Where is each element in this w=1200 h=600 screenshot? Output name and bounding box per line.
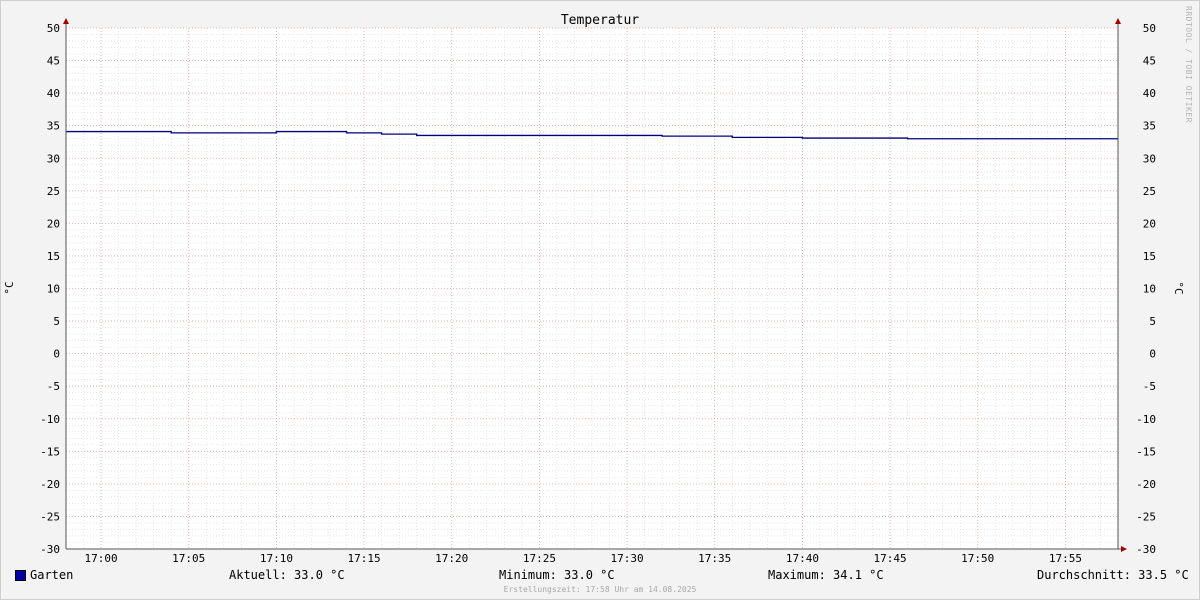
legend-swatch-garten xyxy=(15,570,26,581)
x-tick-label: 17:45 xyxy=(874,552,907,565)
y-tick-label-right: -15 xyxy=(1136,445,1156,458)
x-tick-label: 17:15 xyxy=(348,552,381,565)
y-tick-label-right: 30 xyxy=(1143,152,1156,165)
x-tick-label: 17:25 xyxy=(523,552,556,565)
y-tick-label-right: 45 xyxy=(1143,55,1156,68)
temperature-chart: 50454035302520151050-5-10-15-20-25-30 50… xyxy=(3,13,1185,565)
x-tick-label: 17:10 xyxy=(260,552,293,565)
y-tick-label-left: 50 xyxy=(47,22,60,35)
y-tick-label-left: -5 xyxy=(47,380,60,393)
legend-current: Aktuell: 33.0 °C xyxy=(229,568,345,582)
y-tick-label-right: 50 xyxy=(1143,22,1156,35)
y-tick-label-right: -5 xyxy=(1143,380,1156,393)
y-tick-label-left: 20 xyxy=(47,217,60,230)
x-tick-label: 17:35 xyxy=(698,552,731,565)
y-tick-label-left: 10 xyxy=(47,283,60,296)
y-axis-left-arrow xyxy=(63,18,69,24)
y-tick-label-left: -25 xyxy=(40,510,60,523)
y-axis-right-arrow xyxy=(1115,18,1121,24)
y-tick-label-left: 45 xyxy=(47,55,60,68)
legend-minimum: Minimum: 33.0 °C xyxy=(499,568,615,582)
y-tick-label-left: 40 xyxy=(47,87,60,100)
y-tick-label-right: -10 xyxy=(1136,413,1156,426)
y-tick-label-left: 15 xyxy=(47,250,60,263)
legend-maximum: Maximum: 34.1 °C xyxy=(768,568,884,582)
y-tick-label-left: -30 xyxy=(40,543,60,556)
y-tick-label-left: 5 xyxy=(53,315,60,328)
legend-series-name: Garten xyxy=(30,568,74,582)
x-tick-label: 17:20 xyxy=(435,552,468,565)
y-tick-label-right: -25 xyxy=(1136,510,1156,523)
x-tick-label: 17:50 xyxy=(961,552,994,565)
y-tick-label-right: 35 xyxy=(1143,120,1156,133)
rrdtool-watermark: RRDTOOL / TOBI OETIKER xyxy=(1184,6,1193,123)
x-axis-arrow xyxy=(1121,546,1127,552)
creation-time: Erstellungszeit: 17:58 Uhr am 14.08.2025 xyxy=(503,585,697,594)
x-tick-label: 17:40 xyxy=(786,552,819,565)
y-tick-label-right: 40 xyxy=(1143,87,1156,100)
y-tick-label-left: -10 xyxy=(40,413,60,426)
x-tick-label: 17:55 xyxy=(1049,552,1082,565)
y-axis-label-left: °C xyxy=(3,281,16,294)
y-tick-label-left: -20 xyxy=(40,478,60,491)
y-tick-label-left: 35 xyxy=(47,120,60,133)
y-tick-label-right: 20 xyxy=(1143,217,1156,230)
y-tick-label-right: 10 xyxy=(1143,283,1156,296)
y-tick-label-left: 30 xyxy=(47,152,60,165)
y-tick-label-left: 0 xyxy=(53,348,60,361)
x-tick-label: 17:05 xyxy=(172,552,205,565)
y-tick-label-left: 25 xyxy=(47,185,60,198)
y-tick-label-right: 25 xyxy=(1143,185,1156,198)
y-axis-label-right: °C xyxy=(1172,281,1185,294)
y-tick-label-right: 5 xyxy=(1149,315,1156,328)
y-tick-label-left: -15 xyxy=(40,445,60,458)
x-tick-label: 17:30 xyxy=(611,552,644,565)
y-tick-label-right: 0 xyxy=(1149,348,1156,361)
y-tick-label-right: -20 xyxy=(1136,478,1156,491)
y-tick-label-right: -30 xyxy=(1136,543,1156,556)
legend-average: Durchschnitt: 33.5 °C xyxy=(1037,568,1189,582)
chart-title: Temperatur xyxy=(561,13,639,28)
x-tick-label: 17:00 xyxy=(85,552,118,565)
y-tick-label-right: 15 xyxy=(1143,250,1156,263)
